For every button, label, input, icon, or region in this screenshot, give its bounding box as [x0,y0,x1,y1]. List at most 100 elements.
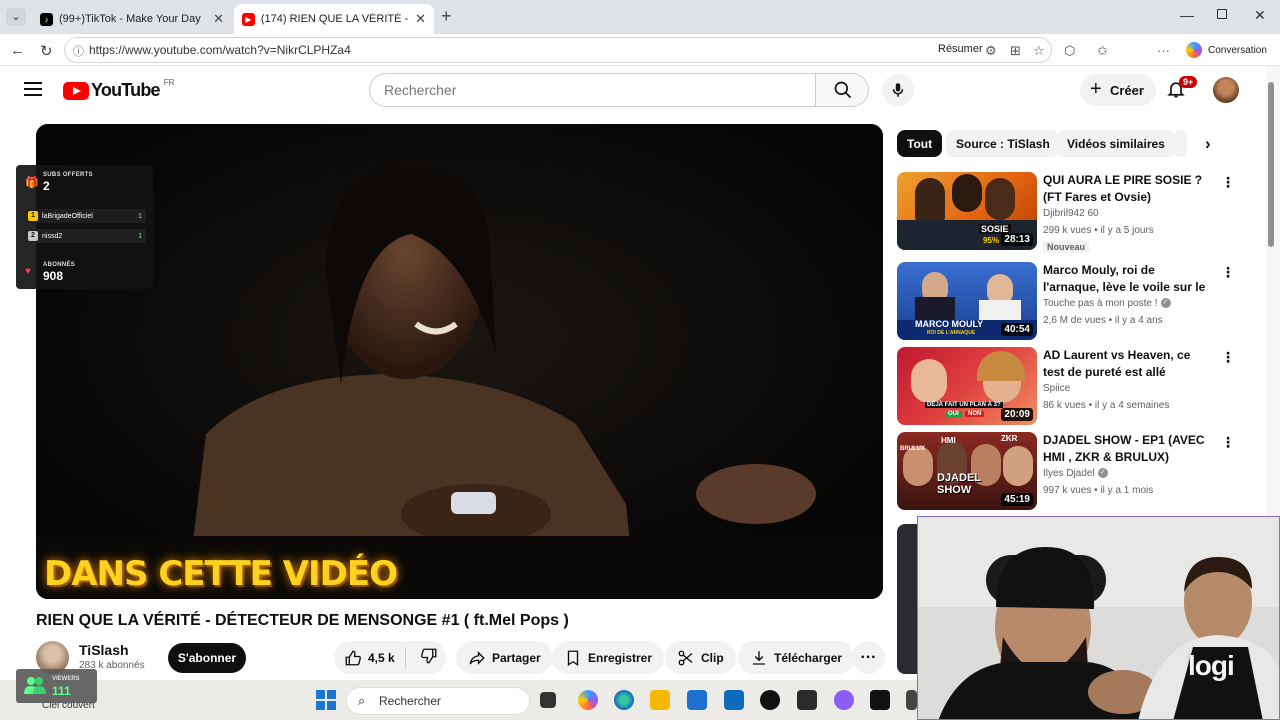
recommendation-meta: 2,6 M de vues • il y a 4 ans [1043,315,1163,326]
chip-partial[interactable] [1173,130,1187,157]
app-partial-icon[interactable] [906,690,917,710]
scrollbar-thumb[interactable] [1268,82,1274,247]
youtube-logo[interactable]: YouTube FR [63,78,174,101]
more-vertical-icon[interactable]: ⋮ [1221,264,1235,281]
taskbar-search[interactable]: ⌕ Rechercher [346,687,530,715]
clip-button[interactable]: Clip [665,641,736,674]
recommendation-meta: 86 k vues • il y a 4 semaines [1043,400,1170,411]
summarize-icon[interactable]: ⚙ [985,43,997,59]
file-explorer-icon[interactable] [650,690,670,710]
outlook-icon[interactable] [724,690,744,710]
like-button[interactable]: 4,5 k [334,646,406,669]
video-thumbnail[interactable]: SOSIE 95% 28:13 [897,172,1037,250]
more-actions-button[interactable]: ··· [852,641,885,674]
tab-tiktok[interactable]: ♪ (99+)TikTok - Make Your Day ✕ [32,4,232,34]
copilot-conversation-button[interactable]: Conversation [1182,39,1275,61]
close-tab-icon[interactable]: ✕ [213,11,224,27]
youtube-icon: ▶ [242,12,255,26]
app-purple-icon[interactable] [834,690,854,710]
create-button[interactable]: + Créer [1080,74,1156,106]
download-label: Télécharger [774,650,843,665]
thumbnail-hmi: HMI [941,436,956,445]
video-duration: 45:19 [1001,493,1033,506]
save-label: Enregistrer [588,650,653,665]
tab-youtube[interactable]: ▶ (174) RIEN QUE LA VÉRITÉ - DÉTEC ✕ [234,4,434,34]
thumbnail-zkr: ZKR [1001,434,1018,443]
recommendation-channel[interactable]: Spiice [1043,383,1070,394]
terminal-icon[interactable] [797,690,817,710]
menu-icon[interactable] [24,82,42,96]
more-vertical-icon[interactable]: ⋮ [1221,349,1235,366]
back-icon[interactable]: ← [10,42,25,59]
recommendation-item[interactable]: SOSIE 95% 28:13 QUI AURA LE PIRE SOSIE ?… [897,172,1237,253]
recommendation-title[interactable]: QUI AURA LE PIRE SOSIE ? (FT Fares et Ov… [1043,172,1213,206]
recommendation-title[interactable]: AD Laurent vs Heaven, ce test de pureté … [1043,347,1213,381]
more-vertical-icon[interactable]: ⋮ [1221,174,1235,191]
search-input[interactable]: Rechercher [369,73,816,107]
url-field[interactable]: ⓘ https://www.youtube.com/watch?v=NikrCL… [64,37,1052,63]
recommendation-title[interactable]: Marco Mouly, roi de l'arnaque, lève le v… [1043,262,1213,296]
recommendation-channel[interactable]: Touche pas à mon poste ! ✓ [1043,298,1171,309]
more-vertical-icon[interactable]: ⋮ [1221,434,1235,451]
minimize-icon[interactable]: — [1180,7,1194,23]
chips-next-icon[interactable]: › [1205,134,1211,154]
chip-similaires[interactable]: Vidéos similaires [1057,130,1175,157]
video-frame [36,124,883,599]
gifter-count: 1 [138,212,142,220]
windows-taskbar: Ciel couvert ⌕ Rechercher [0,680,917,720]
edge-icon[interactable] [614,690,634,710]
video-caption-overlay: DANS CETTE VIDÉO [44,554,398,594]
recommendation-channel[interactable]: Ilyes Djadel ✓ [1043,468,1108,479]
voice-search-button[interactable] [882,74,914,106]
more-menu-icon[interactable]: ··· [1157,43,1170,58]
close-window-icon[interactable]: ✕ [1254,7,1266,24]
site-info-icon[interactable]: ⓘ [73,43,84,59]
share-label: Partager [492,650,541,665]
apps-icon[interactable]: ⊞ [1010,43,1021,59]
close-tab-icon[interactable]: ✕ [415,11,426,27]
gifter-name: nissd2 [42,232,63,240]
restore-icon[interactable] [1217,9,1227,19]
favorites-icon[interactable]: ✩ [1097,43,1108,59]
search-button[interactable] [815,73,869,107]
recommendation-meta: 299 k vues • il y a 5 jours [1043,225,1154,236]
recommendation-item[interactable]: HMI ZKR BRULUX DJADEL SHOW 45:19 DJADEL … [897,432,1237,512]
video-thumbnail[interactable]: DÉJÀ FAIT UN PLAN À 3? OUI NON 20:09 [897,347,1037,425]
capcut-icon[interactable] [870,690,890,710]
extensions-icon[interactable]: ⬡ [1064,43,1075,59]
resumer-button[interactable]: Résumer [938,43,983,55]
view-count: 2,6 M de vues [1043,315,1106,326]
account-avatar[interactable] [1213,77,1239,103]
tiktok-icon[interactable] [760,690,780,710]
recommendation-item[interactable]: DÉJÀ FAIT UN PLAN À 3? OUI NON 20:09 AD … [897,347,1237,427]
reload-icon[interactable]: ↻ [40,42,53,60]
viewers-label: VIEWERS [52,676,80,682]
share-button[interactable]: Partager [456,641,553,674]
dislike-button[interactable] [412,647,438,668]
chip-source[interactable]: Source : TiSlash [946,130,1060,157]
subscribe-button[interactable]: S'abonner [168,643,246,673]
recommendation-item[interactable]: MARCO MOULY ROI DE L'ARNAQUE 40:54 Marco… [897,262,1237,342]
save-button[interactable]: Enregistrer [552,641,665,674]
upload-age: il y a 1 mois [1100,485,1154,496]
channel-name[interactable]: TiSlash [79,642,129,658]
search-icon: ⌕ [358,693,366,708]
next-thumbnail-partial[interactable] [897,524,917,674]
video-player[interactable]: DANS CETTE VIDÉO [36,124,883,599]
chip-tout[interactable]: Tout [897,130,943,157]
new-tab-icon[interactable]: + [441,6,452,27]
video-thumbnail[interactable]: HMI ZKR BRULUX DJADEL SHOW 45:19 [897,432,1037,510]
subs-offerts-count: 2 [43,179,50,193]
task-view-icon[interactable] [540,692,556,708]
tab-title: (99+)TikTok - Make Your Day [59,13,201,25]
copilot-icon[interactable] [578,690,598,710]
video-thumbnail[interactable]: MARCO MOULY ROI DE L'ARNAQUE 40:54 [897,262,1037,340]
recommendation-channel[interactable]: Djibril942 60 [1043,208,1099,219]
store-icon[interactable] [687,690,707,710]
download-button[interactable]: Télécharger [738,641,855,674]
recommendation-title[interactable]: DJADEL SHOW - EP1 (AVEC HMI , ZKR & BRUL… [1043,432,1213,466]
microphone-icon [892,83,904,97]
favorite-star-icon[interactable]: ☆ [1033,43,1045,59]
windows-start-icon[interactable] [316,690,336,710]
tab-list-dropdown-icon[interactable]: ⌄ [6,8,26,26]
